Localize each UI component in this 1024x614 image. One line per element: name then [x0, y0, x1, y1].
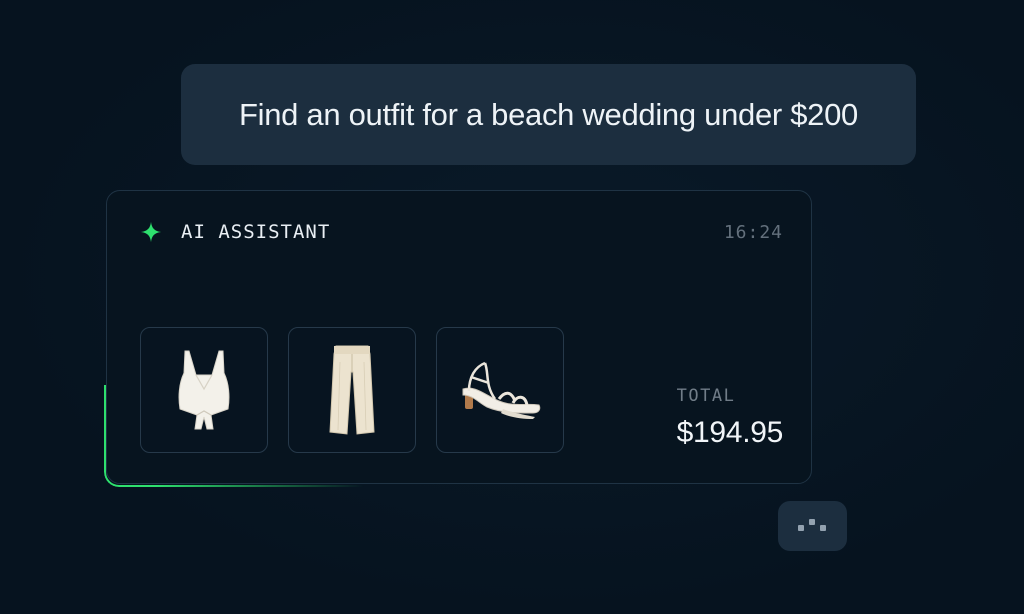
product-tile-pants[interactable]	[288, 327, 416, 453]
strappy-sandals-icon	[462, 361, 541, 419]
assistant-response-card: AI ASSISTANT 16:24 TOTAL $194.95	[106, 190, 812, 484]
typing-dot	[820, 525, 826, 531]
order-total: TOTAL $194.95	[676, 386, 784, 450]
typing-dot	[809, 519, 815, 525]
message-timestamp: 16:24	[723, 221, 783, 243]
typing-dots-icon	[798, 525, 804, 531]
typing-indicator	[778, 501, 847, 551]
assistant-label: AI ASSISTANT	[181, 221, 331, 243]
product-tile-top[interactable]	[140, 327, 268, 453]
product-tile-sandals[interactable]	[436, 327, 564, 453]
total-value: $194.95	[676, 416, 784, 449]
chat-canvas: Find an outfit for a beach wedding under…	[0, 0, 1024, 614]
user-message-bubble: Find an outfit for a beach wedding under…	[181, 64, 916, 165]
sparkle-icon	[140, 221, 162, 243]
linen-pants-icon	[329, 345, 375, 435]
assistant-card-header: AI ASSISTANT 16:24	[140, 219, 783, 245]
total-label: TOTAL	[676, 386, 736, 406]
white-crop-top-icon	[178, 350, 230, 430]
user-message-text: Find an outfit for a beach wedding under…	[238, 96, 858, 132]
